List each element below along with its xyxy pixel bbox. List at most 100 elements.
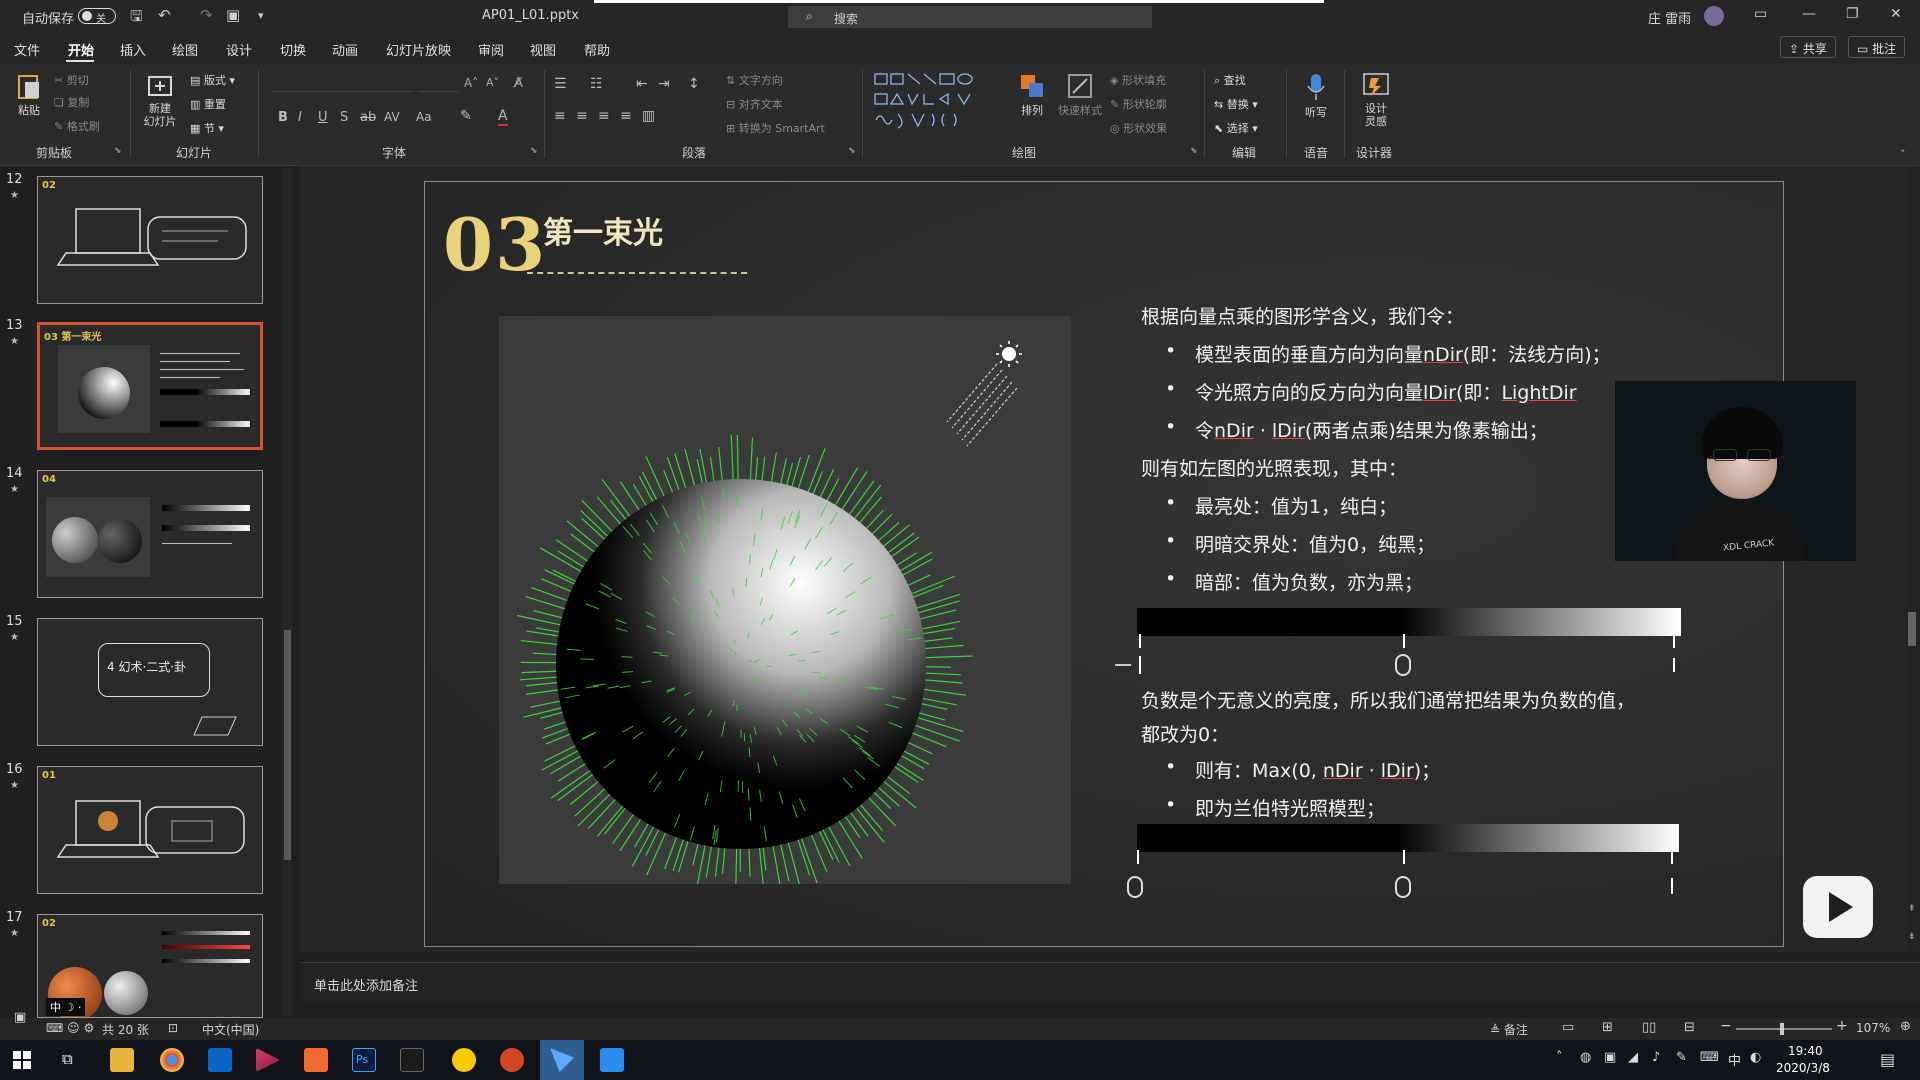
tab-transitions[interactable]: 切换 <box>280 40 306 59</box>
tab-view[interactable]: 视图 <box>530 40 556 59</box>
slide-thumbnail[interactable]: 4 幻术·二式·卦 <box>37 618 263 746</box>
columns-icon[interactable]: ▥ <box>642 108 655 124</box>
bold-icon[interactable]: B <box>278 110 288 125</box>
customize-toolbar-icon[interactable]: ▾ <box>258 9 264 22</box>
outlook-icon[interactable] <box>208 1048 232 1072</box>
previous-slide-icon[interactable]: ⇞ <box>1908 904 1916 914</box>
thumbnail-scrollbar[interactable] <box>282 168 292 1016</box>
slide-sorter-icon[interactable]: ⊞ <box>1602 1020 1613 1035</box>
find-button[interactable]: ⌕ 查找 <box>1214 72 1246 88</box>
minimize-icon[interactable]: — <box>1802 6 1816 22</box>
tab-home[interactable]: 开始 <box>68 40 94 59</box>
select-button[interactable]: ⬉ 选择 ▾ <box>1214 120 1258 136</box>
tray-app-icon[interactable]: ◍ <box>1580 1050 1591 1065</box>
tray-app-icon[interactable]: ▣ <box>1604 1050 1616 1065</box>
numbering-icon[interactable]: ☷ <box>590 76 603 92</box>
zoom-level[interactable]: 107% <box>1856 1021 1890 1035</box>
text-direction-button[interactable]: ⇅ 文字方向 <box>726 72 783 88</box>
accessibility-icon[interactable]: ⊡ <box>168 1021 178 1035</box>
slide-thumbnail[interactable]: 02 <box>37 176 263 304</box>
font-name-box[interactable] <box>272 74 412 92</box>
change-case-icon[interactable]: Aa <box>416 110 432 124</box>
shrink-font-icon[interactable]: A˅ <box>486 76 499 89</box>
shadow-icon[interactable]: S <box>340 110 348 125</box>
tab-help[interactable]: 帮助 <box>584 40 610 59</box>
highlight-icon[interactable]: ✎ <box>460 108 472 124</box>
grow-font-icon[interactable]: A˄ <box>464 76 478 90</box>
keyboard-icon[interactable]: ⌨ <box>1700 1050 1719 1065</box>
photoshop-icon[interactable]: Ps <box>352 1048 376 1072</box>
comments-button[interactable]: ▭ 批注 <box>1848 36 1906 58</box>
slide-thumbnail-selected[interactable]: 03 第一束光 <box>37 322 263 450</box>
design-ideas-button[interactable]: 设计 灵感 <box>1354 70 1398 128</box>
italic-icon[interactable]: I <box>298 110 302 125</box>
windows-start-icon[interactable] <box>12 1050 32 1070</box>
notifications-icon[interactable]: ▤ <box>1880 1050 1895 1069</box>
reset-button[interactable]: ▥ 重置 <box>190 96 226 112</box>
clipboard-launcher-icon[interactable]: ⬊ <box>114 146 122 156</box>
align-right-icon[interactable]: ≡ <box>598 108 610 124</box>
char-spacing-icon[interactable]: AV <box>384 110 400 124</box>
file-explorer-icon[interactable] <box>110 1048 134 1072</box>
new-slide-button[interactable]: 新建 幻灯片 <box>138 72 182 128</box>
copy-button[interactable]: ❏ 复制 <box>54 94 89 110</box>
shapes-gallery[interactable] <box>872 70 1000 136</box>
decrease-indent-icon[interactable]: ⇤ <box>636 76 648 92</box>
file-name[interactable]: AP01_L01.pptx <box>482 8 579 23</box>
font-launcher-icon[interactable]: ⬊ <box>530 146 538 156</box>
quick-styles-button[interactable]: 快速样式 <box>1058 72 1102 118</box>
ime-indicator-icon[interactable]: 中 ☽ · <box>46 998 86 1016</box>
avatar[interactable] <box>1704 6 1724 26</box>
slide-thumbnail[interactable]: 01 <box>37 766 263 894</box>
cut-button[interactable]: ✂ 剪切 <box>54 72 89 88</box>
canvas-scrollbar[interactable] <box>1906 166 1920 952</box>
clock-time[interactable]: 19:40 <box>1788 1044 1823 1058</box>
media-app-icon[interactable] <box>256 1048 280 1072</box>
search-box[interactable]: ⌕ 搜索 <box>788 6 1152 28</box>
restore-icon[interactable]: ❐ <box>1846 6 1859 22</box>
shape-fill-button[interactable]: ◈ 形状填充 <box>1110 72 1166 88</box>
screen-recorder-icon[interactable] <box>452 1048 476 1072</box>
tab-review[interactable]: 审阅 <box>478 40 504 59</box>
ribbon-display-icon[interactable]: ▭ <box>1754 6 1767 22</box>
tab-animations[interactable]: 动画 <box>332 40 358 59</box>
increase-indent-icon[interactable]: ⇥ <box>658 76 670 92</box>
volume-icon[interactable]: ♪ <box>1652 1050 1660 1065</box>
tab-file[interactable]: 文件 <box>14 40 40 59</box>
normal-view-icon[interactable]: ▭ <box>1562 1020 1574 1035</box>
slide-canvas[interactable]: 03 第一束光 根据向量点乘的图形学含义，我们令： • 模型表面的垂直方向为向量… <box>424 181 1784 947</box>
shape-outline-button[interactable]: ✎ 形状轮廓 <box>1110 96 1167 112</box>
strikethrough-icon[interactable]: ab <box>360 110 376 125</box>
language-status[interactable]: 中文(中国) <box>202 1021 259 1038</box>
paragraph-launcher-icon[interactable]: ⬊ <box>848 146 856 156</box>
shape-effects-button[interactable]: ◎ 形状效果 <box>1110 120 1167 136</box>
undo-icon[interactable]: ↶ <box>158 6 171 24</box>
zoom-slider[interactable] <box>1736 1028 1832 1030</box>
save-icon[interactable]: 🖫 <box>130 6 143 31</box>
show-hidden-icons-icon[interactable]: ˄ <box>1556 1050 1563 1065</box>
task-view-icon[interactable]: ⧉ <box>62 1050 73 1068</box>
canvas-scrollbar-thumb[interactable] <box>1908 612 1916 646</box>
pen-icon[interactable]: ✎ <box>1676 1050 1687 1065</box>
reading-view-icon[interactable]: ▯▯ <box>1642 1020 1656 1035</box>
user-name[interactable]: 庄 雷雨 <box>1648 8 1691 27</box>
paste-button[interactable]: 粘贴 <box>12 72 46 118</box>
underline-icon[interactable]: U <box>318 110 328 125</box>
font-color-icon[interactable]: A <box>498 108 508 126</box>
zoom-in-icon[interactable]: + <box>1836 1018 1848 1034</box>
notes-pane[interactable]: 单击此处添加备注 <box>300 962 1920 1002</box>
ime-mode-icon[interactable]: 中 <box>1728 1050 1741 1069</box>
share-button[interactable]: ⇪ 共享 <box>1780 36 1836 58</box>
notes-toggle-button[interactable]: ≜ 备注 <box>1490 1021 1528 1038</box>
meeting-app-icon[interactable] <box>600 1048 624 1072</box>
font-size-box[interactable] <box>418 74 458 92</box>
next-slide-icon[interactable]: ⇟ <box>1908 932 1916 942</box>
slide-view-icon[interactable]: ▣ <box>14 1010 26 1025</box>
tab-slideshow[interactable]: 幻灯片放映 <box>386 40 451 59</box>
align-center-icon[interactable]: ≡ <box>576 108 588 124</box>
format-painter-button[interactable]: ✎ 格式刷 <box>54 118 100 134</box>
slide-thumbnail[interactable]: 04 <box>37 470 263 598</box>
presenter-app-icon[interactable] <box>304 1048 328 1072</box>
line-spacing-icon[interactable]: ↕ <box>688 76 700 92</box>
start-slideshow-icon[interactable]: ▣ <box>226 6 240 24</box>
